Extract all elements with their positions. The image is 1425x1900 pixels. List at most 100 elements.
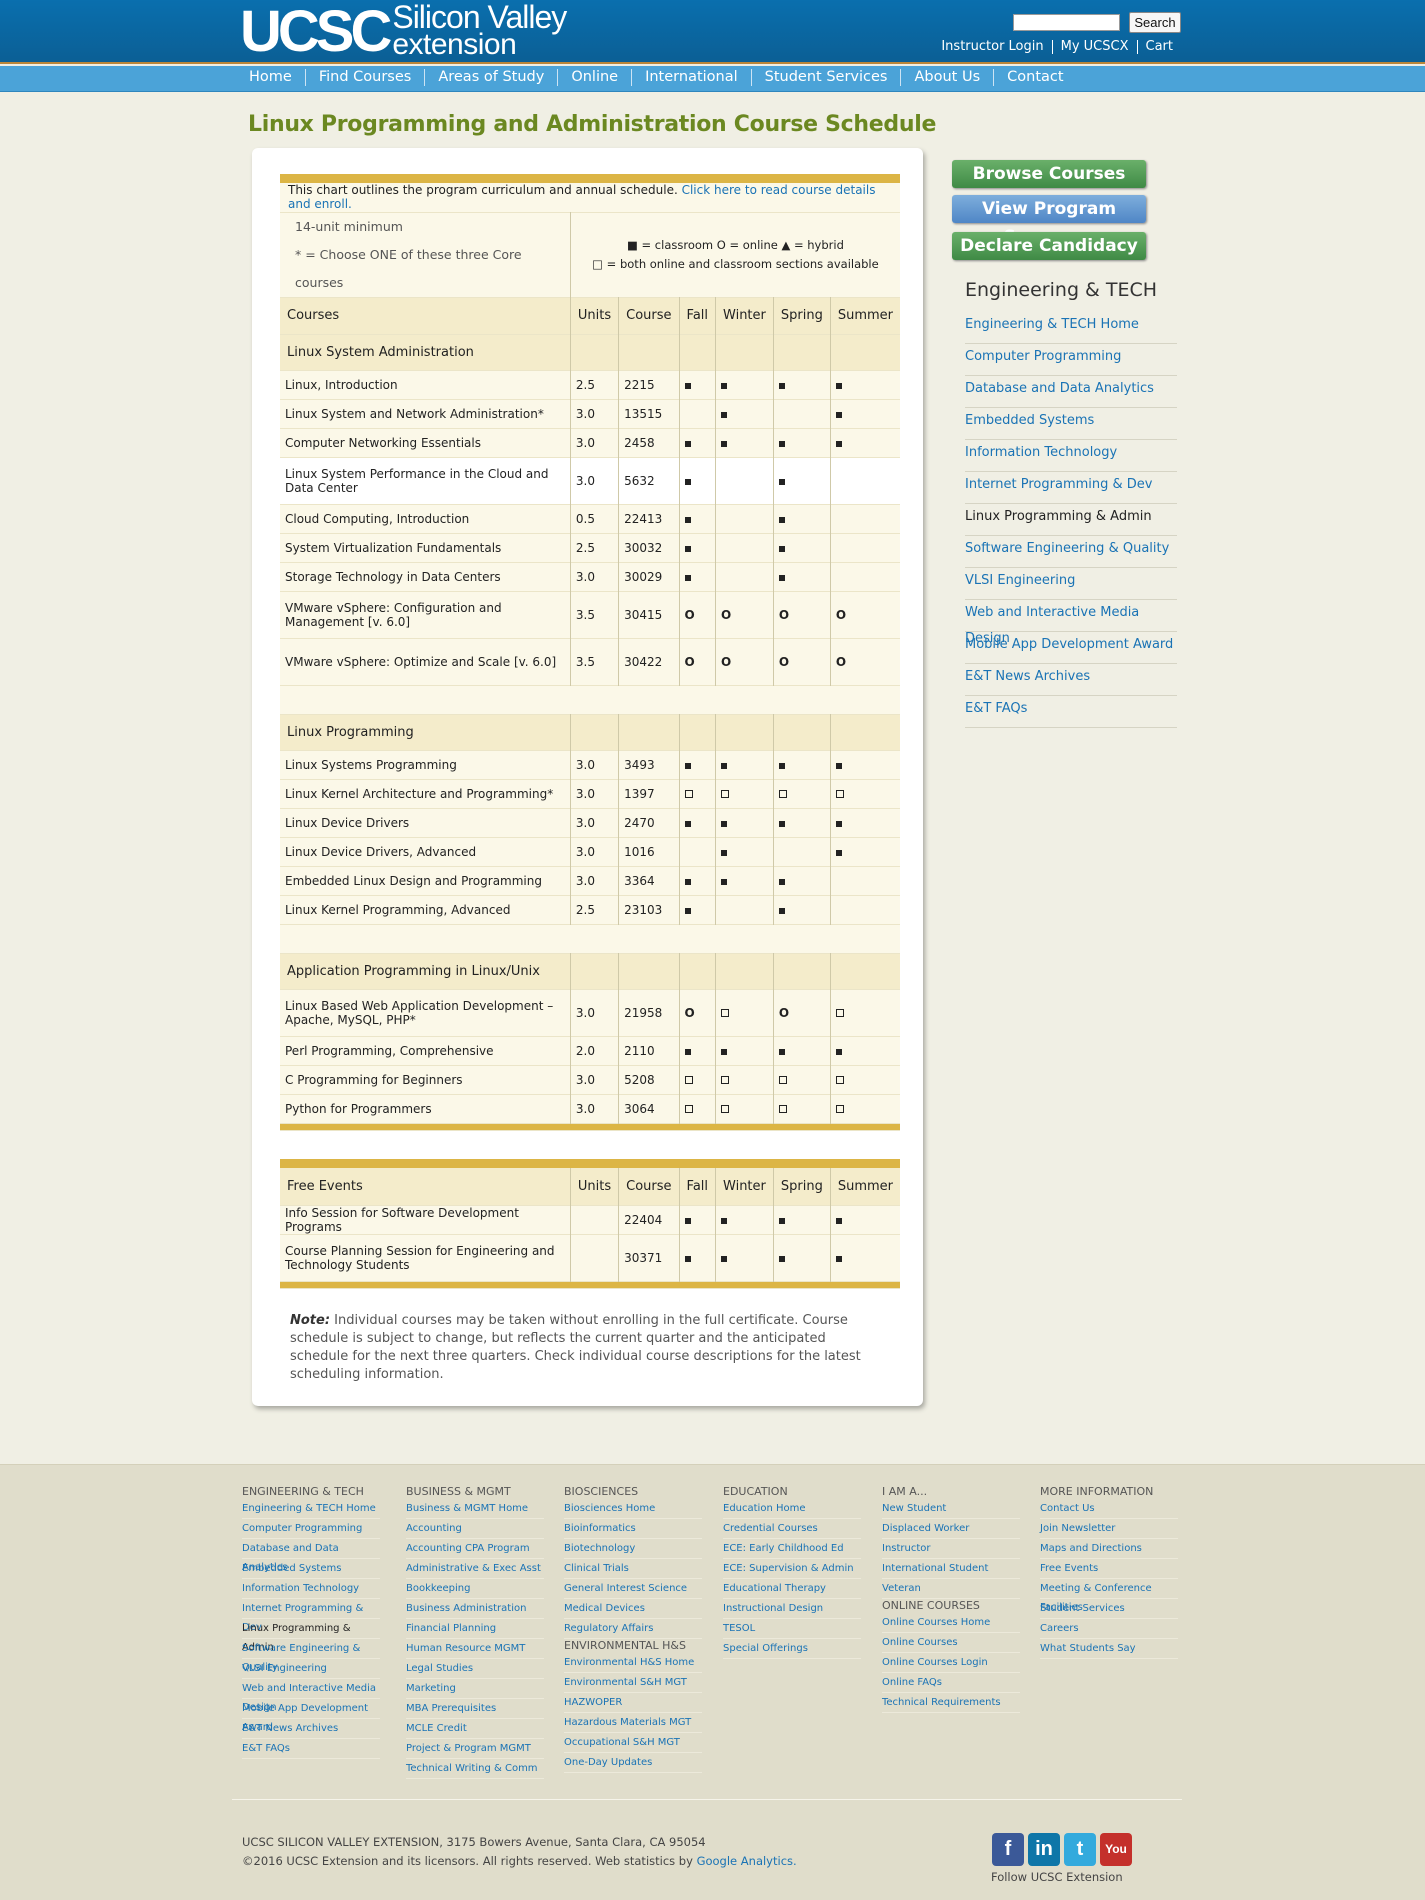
footer-link[interactable]: Educational Therapy (723, 1579, 861, 1599)
nav-areas-of-study[interactable]: Areas of Study (424, 69, 557, 86)
sidebar-link[interactable]: Computer Programming (965, 344, 1177, 376)
course-name[interactable]: Linux System and Network Administration* (280, 399, 571, 428)
footer-link[interactable]: Biotechnology (564, 1539, 702, 1559)
course-name[interactable]: Perl Programming, Comprehensive (280, 1036, 571, 1065)
footer-link[interactable]: Clinical Trials (564, 1559, 702, 1579)
footer-link[interactable]: HAZWOPER (564, 1693, 702, 1713)
view-program-summary-button[interactable]: View Program Summary (952, 195, 1146, 247)
footer-link[interactable]: New Student (882, 1499, 1020, 1519)
footer-link[interactable]: Online FAQs (882, 1673, 1020, 1693)
footer-link[interactable]: Technical Writing & Comm (406, 1759, 544, 1779)
nav-about-us[interactable]: About Us (900, 69, 993, 86)
footer-link[interactable]: VLSI Engineering (242, 1659, 380, 1679)
footer-link[interactable]: Credential Courses (723, 1519, 861, 1539)
course-name[interactable]: Embedded Linux Design and Programming (280, 866, 571, 895)
footer-link[interactable]: Online Courses Login (882, 1653, 1020, 1673)
facebook-icon[interactable]: f (992, 1833, 1024, 1866)
footer-link[interactable]: E&T FAQs (242, 1739, 380, 1759)
footer-link[interactable]: Accounting (406, 1519, 544, 1539)
course-name[interactable]: Linux Device Drivers (280, 808, 571, 837)
course-name[interactable]: Linux Based Web Application Development … (280, 989, 571, 1036)
footer-link[interactable]: Environmental H&S Home (564, 1653, 702, 1673)
sidebar-link[interactable]: Mobile App Development Award (965, 632, 1177, 664)
search-input[interactable] (1013, 14, 1120, 31)
course-name[interactable]: VMware vSphere: Configuration and Manage… (280, 591, 571, 638)
sidebar-link[interactable]: E&T FAQs (965, 696, 1177, 728)
footer-link[interactable]: Computer Programming (242, 1519, 380, 1539)
sidebar-link[interactable]: Internet Programming & Dev (965, 472, 1177, 504)
nav-home[interactable]: Home (236, 69, 305, 86)
footer-link[interactable]: TESOL (723, 1619, 861, 1639)
footer-link[interactable]: Administrative & Exec Asst (406, 1559, 544, 1579)
footer-link[interactable]: Legal Studies (406, 1659, 544, 1679)
sidebar-link[interactable]: Web and Interactive Media Design (965, 600, 1177, 646)
footer-link[interactable]: Bioinformatics (564, 1519, 702, 1539)
sidebar-link[interactable]: Software Engineering & Quality (965, 536, 1177, 568)
footer-link[interactable]: Biosciences Home (564, 1499, 702, 1519)
footer-link[interactable]: ECE: Early Childhood Ed (723, 1539, 861, 1559)
footer-link[interactable]: Meeting & Conference Facilities (1040, 1579, 1178, 1613)
sidebar-link[interactable]: Linux Programming & Admin (965, 504, 1177, 536)
footer-link[interactable]: Contact Us (1040, 1499, 1178, 1519)
course-name[interactable]: Python for Programmers (280, 1094, 571, 1123)
sidebar-link[interactable]: E&T News Archives (965, 664, 1177, 696)
footer-link[interactable]: Engineering & TECH Home (242, 1499, 380, 1519)
course-name[interactable]: Storage Technology in Data Centers (280, 562, 571, 591)
course-name[interactable]: VMware vSphere: Optimize and Scale [v. 6… (280, 638, 571, 685)
footer-link[interactable]: Environmental S&H MGT (564, 1673, 702, 1693)
footer-link[interactable]: Internet Programming & Dev (242, 1599, 380, 1633)
footer-link[interactable]: Join Newsletter (1040, 1519, 1178, 1539)
footer-link[interactable]: Human Resource MGMT (406, 1639, 544, 1659)
course-name[interactable]: Info Session for Software Development Pr… (280, 1205, 571, 1234)
footer-link[interactable]: Student Services (1040, 1599, 1178, 1619)
footer-link[interactable]: Online Courses (882, 1633, 1020, 1653)
ucsc-extension-logo[interactable]: UCSC Silicon Valley extension (240, 1, 567, 61)
footer-link[interactable]: What Students Say (1040, 1639, 1178, 1659)
course-name[interactable]: C Programming for Beginners (280, 1065, 571, 1094)
course-name[interactable]: Course Planning Session for Engineering … (280, 1234, 571, 1281)
nav-online[interactable]: Online (557, 69, 631, 86)
footer-link[interactable]: General Interest Science (564, 1579, 702, 1599)
youtube-icon[interactable]: You (1100, 1833, 1132, 1866)
browse-courses-button[interactable]: Browse Courses (952, 160, 1146, 188)
footer-link[interactable]: ECE: Supervision & Admin (723, 1559, 861, 1579)
course-name[interactable]: Linux, Introduction (280, 370, 571, 399)
footer-link[interactable]: Hazardous Materials MGT (564, 1713, 702, 1733)
nav-contact[interactable]: Contact (993, 69, 1076, 86)
nav-student-services[interactable]: Student Services (750, 69, 901, 86)
course-name[interactable]: Linux System Performance in the Cloud an… (280, 457, 571, 504)
footer-link[interactable]: Financial Planning (406, 1619, 544, 1639)
instructor-login-link[interactable]: Instructor Login (933, 40, 1051, 54)
sidebar-link[interactable]: Information Technology (965, 440, 1177, 472)
course-name[interactable]: Linux Kernel Architecture and Programmin… (280, 779, 571, 808)
footer-link[interactable]: Mobile App Development Award (242, 1699, 380, 1733)
footer-link[interactable]: Medical Devices (564, 1599, 702, 1619)
footer-link[interactable]: Education Home (723, 1499, 861, 1519)
footer-link[interactable]: MBA Prerequisites (406, 1699, 544, 1719)
footer-link[interactable]: Maps and Directions (1040, 1539, 1178, 1559)
footer-link[interactable]: Veteran (882, 1579, 1020, 1599)
footer-link[interactable]: Free Events (1040, 1559, 1178, 1579)
linkedin-icon[interactable]: in (1028, 1833, 1060, 1866)
sidebar-link[interactable]: Engineering & TECH Home (965, 312, 1177, 344)
footer-link[interactable]: Online Courses Home (882, 1613, 1020, 1633)
footer-link[interactable]: Instructor (882, 1539, 1020, 1559)
footer-link[interactable]: Displaced Worker (882, 1519, 1020, 1539)
footer-link[interactable]: Bookkeeping (406, 1579, 544, 1599)
twitter-icon[interactable]: t (1064, 1833, 1096, 1866)
course-name[interactable]: Computer Networking Essentials (280, 428, 571, 457)
footer-link[interactable]: Information Technology (242, 1579, 380, 1599)
footer-link[interactable]: Business & MGMT Home (406, 1499, 544, 1519)
course-name[interactable]: Linux Kernel Programming, Advanced (280, 895, 571, 924)
course-name[interactable]: System Virtualization Fundamentals (280, 533, 571, 562)
footer-link[interactable]: Special Offerings (723, 1639, 861, 1659)
footer-link[interactable]: Linux Programming & Admin (242, 1619, 380, 1653)
footer-link[interactable]: Occupational S&H MGT (564, 1733, 702, 1753)
footer-link[interactable]: International Student (882, 1559, 1020, 1579)
nav-find-courses[interactable]: Find Courses (304, 69, 425, 86)
search-button[interactable]: Search (1129, 12, 1181, 33)
course-name[interactable]: Cloud Computing, Introduction (280, 504, 571, 533)
footer-link[interactable]: Careers (1040, 1619, 1178, 1639)
sidebar-link[interactable]: Embedded Systems (965, 408, 1177, 440)
footer-link[interactable]: Project & Program MGMT (406, 1739, 544, 1759)
